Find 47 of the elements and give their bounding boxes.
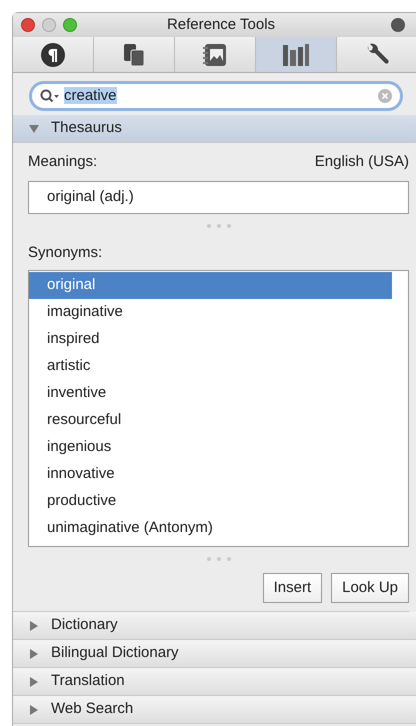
list-item[interactable]: ingenious (29, 434, 392, 461)
list-item[interactable]: imaginative (29, 299, 392, 326)
section-title: Translation (51, 671, 125, 692)
language-label: English (USA) (314, 152, 409, 172)
meanings-label: Meanings: (28, 152, 98, 172)
section-header[interactable]: Translation (13, 668, 416, 696)
search-icon (40, 89, 60, 103)
close-button[interactable] (21, 18, 35, 32)
list-item[interactable]: inventive (29, 380, 392, 407)
list-item[interactable]: inspired (29, 326, 392, 353)
list-item[interactable]: productive (29, 488, 392, 515)
list-item[interactable]: artistic (29, 353, 392, 380)
section-title: Bilingual Dictionary (51, 643, 179, 664)
disclosure-triangle-icon (29, 620, 39, 630)
synonyms-label: Synonyms: (28, 243, 104, 262)
section-header[interactable]: Dictionary (13, 612, 416, 640)
toolbar-tab[interactable] (337, 37, 416, 72)
toolbar-tab[interactable] (13, 37, 94, 72)
toolbar-tab[interactable] (94, 37, 175, 72)
resize-handle-icon[interactable] (204, 556, 232, 562)
disclosure-triangle-icon (29, 676, 39, 686)
books-icon (281, 42, 311, 68)
photo-album-icon (201, 42, 229, 68)
disclosure-triangle-icon (29, 124, 39, 134)
paragraph-icon (40, 42, 66, 68)
list-item[interactable]: original (29, 272, 392, 299)
disclosure-triangle-icon (29, 648, 39, 658)
disclosure-triangle-icon (29, 704, 39, 714)
window-title: Reference Tools (166, 14, 276, 35)
push-button[interactable]: Look Up (331, 573, 409, 603)
list-item[interactable]: unimaginative (Antonym) (29, 515, 392, 542)
section-header[interactable]: Bilingual Dictionary (13, 640, 416, 668)
resize-handle-icon[interactable] (204, 223, 232, 229)
list-item[interactable]: original (adj.) (29, 184, 392, 211)
push-button[interactable]: Insert (262, 573, 322, 603)
section-title: Thesaurus (51, 118, 122, 138)
section-header[interactable]: Web Search (13, 696, 416, 724)
section-header[interactable]: Thesaurus (13, 115, 416, 143)
section-title: Dictionary (51, 615, 118, 636)
toolbar-tab[interactable] (175, 37, 256, 72)
documents-icon (121, 42, 147, 68)
section-title: Web Search (51, 699, 134, 720)
list-item[interactable]: innovative (29, 461, 392, 488)
toolbar-toggle-button[interactable] (391, 18, 405, 32)
zoom-button[interactable] (63, 18, 77, 32)
list-item[interactable]: resourceful (29, 407, 392, 434)
search-field[interactable]: creative (29, 81, 403, 111)
